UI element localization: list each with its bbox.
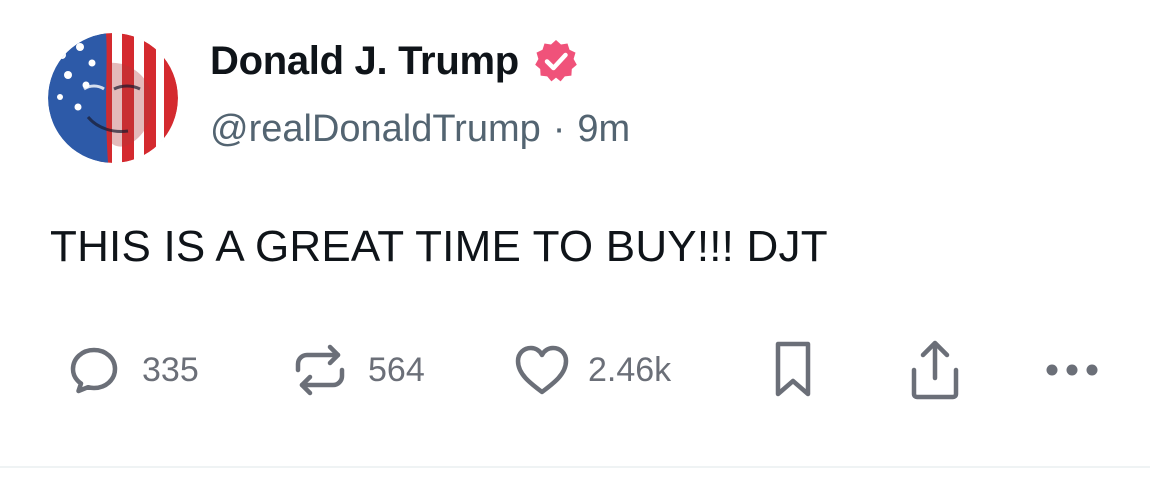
more-options-button[interactable]: [1040, 338, 1104, 402]
bookmark-icon: [768, 338, 818, 402]
author-handle[interactable]: @realDonaldTrump: [210, 108, 541, 151]
reply-count: 335: [142, 350, 199, 389]
author-name-row: Donald J. Trump: [210, 38, 579, 84]
verified-badge-icon: [533, 38, 579, 84]
avatar[interactable]: [48, 33, 178, 163]
share-button[interactable]: [906, 338, 964, 402]
more-icon: [1040, 360, 1104, 380]
repost-button[interactable]: 564: [290, 338, 425, 402]
action-bar: 335 564 2.46k: [0, 338, 1150, 402]
heart-icon: [512, 342, 572, 398]
post-timestamp[interactable]: 9m: [577, 108, 630, 151]
repost-count: 564: [368, 350, 425, 389]
bookmark-button[interactable]: [768, 338, 818, 402]
post-divider: [0, 466, 1150, 468]
like-button[interactable]: 2.46k: [512, 338, 671, 402]
reply-button[interactable]: 335: [66, 338, 199, 402]
author-meta-row: @realDonaldTrump · 9m: [210, 108, 630, 151]
author-display-name[interactable]: Donald J. Trump: [210, 39, 519, 84]
reply-icon: [66, 342, 122, 398]
post-card[interactable]: Donald J. Trump @realDonaldTrump · 9m TH…: [0, 0, 1150, 466]
repost-icon: [290, 340, 350, 400]
avatar-image: [48, 33, 178, 163]
share-icon: [906, 338, 964, 402]
like-count: 2.46k: [588, 350, 672, 389]
post-text: THIS IS A GREAT TIME TO BUY!!! DJT: [50, 222, 828, 271]
meta-separator: ·: [552, 108, 566, 150]
